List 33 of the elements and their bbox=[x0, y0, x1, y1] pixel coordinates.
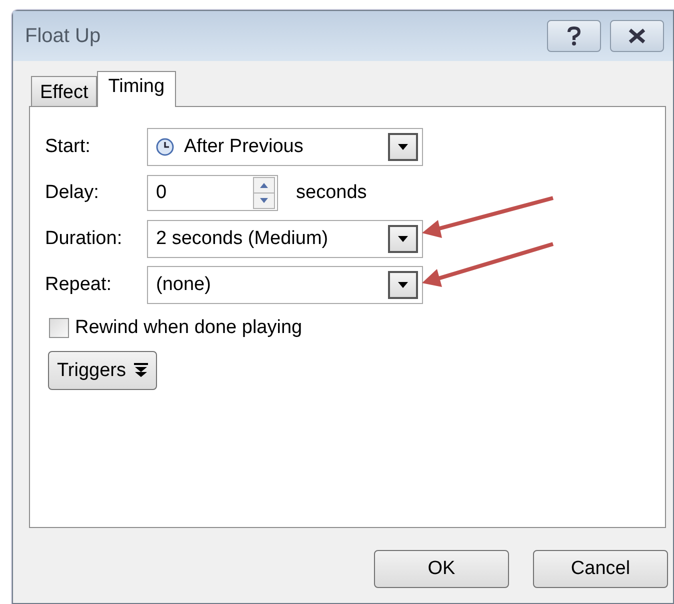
checkbox[interactable] bbox=[49, 318, 69, 338]
help-icon bbox=[566, 26, 582, 46]
field-label: Duration: bbox=[45, 228, 124, 250]
close-button[interactable] bbox=[610, 20, 664, 52]
dropdown-arrow-button[interactable] bbox=[388, 225, 418, 253]
dialog-button[interactable]: Cancel bbox=[533, 550, 668, 588]
close-icon bbox=[627, 28, 647, 44]
caret-icon bbox=[398, 282, 408, 288]
caret-icon bbox=[398, 144, 408, 150]
dropdown[interactable]: 2 seconds (Medium) bbox=[147, 220, 423, 258]
field-label: Start: bbox=[45, 136, 92, 158]
dropdown[interactable]: (none) bbox=[147, 266, 423, 304]
tab[interactable]: Effect bbox=[31, 76, 98, 106]
help-button[interactable] bbox=[547, 20, 601, 52]
tab[interactable]: Timing bbox=[97, 71, 176, 107]
dropdown[interactable]: After Previous bbox=[147, 128, 423, 166]
number-field[interactable]: 0 bbox=[147, 175, 278, 211]
triggers-button[interactable]: Triggers bbox=[48, 351, 157, 390]
dropdown-value: After Previous bbox=[184, 136, 304, 158]
window-title: Float Up bbox=[25, 24, 102, 48]
clock-icon bbox=[156, 138, 174, 156]
spin-arrows-icon[interactable] bbox=[253, 177, 275, 209]
dialog-button[interactable]: OK bbox=[374, 550, 509, 588]
dropdown-arrow-button[interactable] bbox=[388, 271, 418, 299]
dropdown-arrow-button[interactable] bbox=[388, 133, 418, 161]
field-label: Repeat: bbox=[45, 274, 113, 296]
unit-label: seconds bbox=[296, 182, 367, 204]
double-caret-icon bbox=[134, 362, 148, 378]
checkbox-label: Rewind when done playing bbox=[75, 317, 302, 339]
field-label: Delay: bbox=[45, 182, 100, 204]
dropdown-value: 2 seconds (Medium) bbox=[156, 228, 330, 250]
dropdown-value: (none) bbox=[156, 274, 212, 296]
caret-icon bbox=[398, 236, 408, 242]
